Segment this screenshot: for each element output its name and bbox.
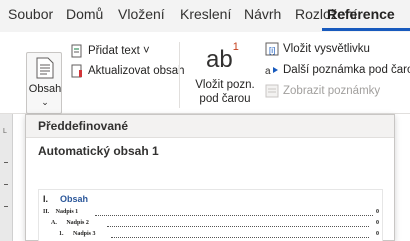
toc-page-number: 0 [376, 209, 379, 215]
insert-footnote-label: Vložit pozn. pod čarou [186, 78, 264, 106]
insert-endnote-button[interactable]: [i] Vložit vysvětlivku [265, 42, 370, 56]
tab-reference[interactable]: Reference [327, 6, 395, 22]
toc-preview[interactable]: I. Obsah II. Nadpis 1 0 A. Nadpis 2 0 1. … [38, 189, 383, 241]
svg-text:[i]: [i] [269, 46, 275, 55]
toc-leader-dots [107, 226, 369, 227]
chevron-down-icon: ⌄ [41, 97, 49, 107]
insert-footnote-line1: Vložit pozn. [195, 79, 255, 91]
tab-vlozeni[interactable]: Vložení [118, 6, 165, 22]
gallery-divider [26, 137, 394, 138]
update-table-icon [71, 64, 82, 78]
footnote-superscript: 1 [232, 41, 239, 53]
insert-footnote-line2: pod čarou [199, 93, 251, 105]
footnote-icon: ab1 [206, 41, 239, 74]
gallery-section-title: Předdefinované [26, 115, 394, 137]
toc-line-number: II. [43, 209, 50, 215]
toc-line: II. Nadpis 1 0 [43, 209, 379, 219]
toc-page-number: 0 [376, 231, 379, 237]
toc-line-text: Nadpis 1 [55, 209, 79, 215]
obsah-label: Obsah [28, 83, 62, 95]
show-notes-icon [265, 84, 279, 98]
next-footnote-label: Další poznámka pod čarou [283, 64, 410, 76]
toc-leader-dots [111, 237, 369, 238]
vertical-ruler: L [0, 114, 13, 241]
insert-endnote-label: Vložit vysvětlivku [283, 43, 370, 55]
toc-heading-number: I. [43, 194, 49, 204]
tab-soubor[interactable]: Soubor [8, 6, 53, 22]
tab-kresleni[interactable]: Kreslení [180, 6, 231, 22]
next-footnote-icon: a [265, 66, 278, 77]
svg-text:a: a [265, 66, 271, 77]
tab-navrh[interactable]: Návrh [244, 6, 281, 22]
endnote-icon: [i] [265, 42, 279, 56]
toc-line-text: Nadpis 3 [73, 231, 96, 237]
ribbon-tabs: Soubor Domů Vložení Kreslení Návrh Rozlo… [0, 0, 410, 32]
next-footnote-button[interactable]: a Další poznámka pod čarou [265, 63, 410, 77]
add-text-button[interactable]: Přidat text ˅ [70, 44, 150, 58]
ribbon-group-divider [179, 42, 180, 108]
toc-line-text: Nadpis 2 [66, 220, 89, 226]
toc-line-number: A. [51, 220, 57, 226]
show-notes-label: Zobrazit poznámky [283, 85, 381, 97]
toc-line-number: 1. [59, 231, 64, 237]
show-notes-button[interactable]: Zobrazit poznámky [265, 84, 380, 98]
toc-page-number: 0 [376, 220, 379, 226]
update-table-label: Aktualizovat obsah [88, 65, 185, 77]
active-tab-indicator [322, 28, 410, 31]
document-list-icon [36, 57, 54, 79]
update-table-button[interactable]: Aktualizovat obsah [70, 64, 185, 78]
toc-preview-heading: I. Obsah [43, 194, 88, 204]
tab-domu[interactable]: Domů [66, 6, 103, 22]
toc-heading-text: Obsah [60, 194, 89, 204]
table-of-contents-button[interactable]: Obsah ⌄ [26, 52, 62, 114]
add-text-icon [71, 44, 82, 58]
add-text-label: Přidat text ˅ [88, 45, 150, 57]
toc-line: A. Nadpis 2 0 [51, 220, 379, 230]
toc-line: 1. Nadpis 3 0 [59, 231, 379, 241]
toc-leader-dots [95, 215, 373, 216]
table-of-contents-gallery: Předdefinované Automatický obsah 1 I. Obs… [25, 114, 395, 241]
gallery-item-title[interactable]: Automatický obsah 1 [26, 140, 394, 162]
footnote-ab-text: ab [206, 46, 233, 73]
